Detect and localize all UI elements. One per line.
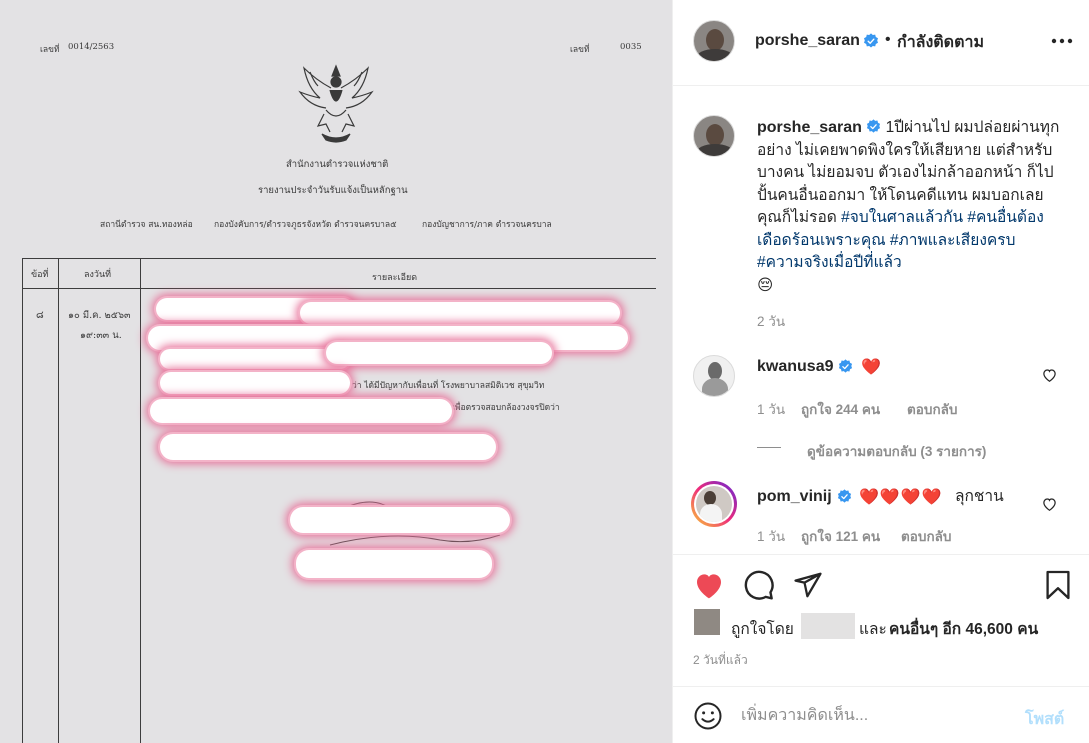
avatar[interactable] (691, 481, 737, 527)
doc-number-label: เลขที่ (40, 45, 60, 55)
col-item: ข้อที่ (31, 270, 49, 280)
replies-divider (757, 447, 781, 448)
doc-number: 0014/2563 (68, 42, 115, 52)
redaction-mark (160, 434, 496, 460)
comment-like-heart-icon[interactable] (1042, 368, 1057, 382)
caption-username[interactable]: porshe_saran (757, 119, 862, 136)
comment-likes[interactable]: ถูกใจ 244 คน (801, 398, 880, 420)
station-name: สถานีตำรวจ สน.ทองหล่อ (100, 220, 193, 230)
header-separator: • (885, 31, 891, 48)
pensive-emoji: 😔 (757, 276, 774, 294)
hashtag-link[interactable]: #ความจริงเมื่อปีที่แล้ว (757, 254, 902, 271)
comment-username[interactable]: kwanusa9 (757, 358, 833, 376)
report-title: รายงานประจำวันรับแจ้งเป็นหลักฐาน (258, 185, 408, 196)
redaction-mark (160, 372, 350, 394)
redaction-mark (300, 302, 620, 324)
comment-text: ลุกชาน (955, 488, 1004, 505)
view-replies-button[interactable]: ดูข้อความตอบกลับ (3 รายการ) (807, 440, 986, 462)
post-comment-button[interactable]: โพสต์ (1025, 707, 1064, 732)
post-sidebar: porshe_saran • กำลังติดตาม porshe_saran … (672, 0, 1089, 743)
comment-username[interactable]: pom_vinij (757, 488, 832, 506)
page-number: 0035 (620, 42, 642, 52)
page-number-label: เลขที่ (570, 45, 590, 55)
share-icon[interactable] (793, 570, 823, 600)
entry-date: ๑๐ มี.ค. ๒๕๖๓ (68, 310, 131, 321)
comment-hearts: ❤️❤️❤️❤️ (859, 489, 943, 506)
comment-input[interactable] (741, 701, 1011, 731)
bookmark-icon[interactable] (1045, 569, 1071, 601)
liked-by-and: และ (859, 621, 887, 638)
verified-badge-icon (864, 33, 878, 48)
detail-fragment: ว่า ได้มีปัญหากับเพื่อนที่ โรงพยาบาลสมิต… (352, 381, 545, 391)
division-name: กองบังคับการ/ตำรวจภูธรจังหวัด ตำรวจนครบา… (214, 220, 397, 230)
hashtag-link[interactable]: #จบในศาลแล้วกัน (841, 209, 963, 226)
table-col-line (58, 258, 59, 743)
table-header-line (22, 288, 656, 289)
item-number: ๘ (36, 310, 44, 321)
col-detail: รายละเอียด (372, 273, 418, 283)
redaction-mark (160, 349, 350, 369)
verified-badge-icon (837, 489, 852, 503)
agency-name: สำนักงานตำรวจแห่งชาติ (286, 159, 389, 170)
bureau-name: กองบัญชาการ/ภาค ตำรวจนครบาล (422, 220, 552, 230)
comment-likes[interactable]: ถูกใจ 121 คน (801, 525, 880, 547)
comment-form: โพสต์ (673, 686, 1089, 743)
avatar[interactable] (693, 355, 735, 397)
caption-text-block: porshe_saran 1ปีผ่านไป ผมปล่อยผ่านทุกอย่… (757, 117, 1063, 297)
liked-by-avatar[interactable] (694, 609, 720, 635)
redaction-mark (326, 342, 552, 364)
table-col-line (22, 258, 23, 743)
entry-time: ๑๙:๓๓ น. (80, 330, 122, 341)
redaction-mark (290, 507, 510, 533)
comment-reply-button[interactable]: ตอบกลับ (901, 525, 951, 547)
liked-by-prefix: ถูกใจโดย (731, 621, 794, 638)
liked-by-username-redacted[interactable] (801, 613, 855, 639)
caption-time[interactable]: 2 วัน (757, 310, 785, 332)
verified-badge-icon (867, 119, 881, 133)
posted-time[interactable]: 2 วันที่แล้ว (693, 651, 748, 670)
verified-badge-icon (838, 359, 853, 373)
post-image[interactable]: เลขที่ 0014/2563 เลขที่ 0035 สำนักงานตำร… (0, 0, 672, 743)
comment-time[interactable]: 1 วัน (757, 398, 785, 420)
like-heart-icon[interactable] (693, 570, 725, 600)
action-bar: ถูกใจโดย และ คนอื่นๆ อีก 46,600 คน 2 วัน… (673, 554, 1089, 689)
comment-text: ❤️ (861, 359, 881, 376)
avatar[interactable] (693, 20, 735, 62)
comment-like-heart-icon[interactable] (1042, 497, 1057, 511)
col-date: ลงวันที่ (84, 270, 112, 280)
liked-by-others[interactable]: คนอื่นๆ อีก 46,600 คน (889, 616, 1038, 641)
redaction-mark (150, 399, 452, 423)
table-col-line (140, 258, 141, 743)
emoji-smile-icon[interactable] (693, 701, 723, 731)
follow-status-button[interactable]: กำลังติดตาม (897, 30, 984, 55)
comment-icon[interactable] (743, 569, 775, 601)
avatar[interactable] (693, 115, 735, 157)
table-top-line (22, 258, 656, 259)
header-username[interactable]: porshe_saran (755, 32, 860, 50)
detail-fragment: เพื่อตรวจสอบกล้องวงจรปิดว่า (452, 403, 560, 413)
garuda-emblem-icon (298, 64, 374, 143)
comment-reply-button[interactable]: ตอบกลับ (907, 398, 957, 420)
comment-time[interactable]: 1 วัน (757, 525, 785, 547)
post-header: porshe_saran • กำลังติดตาม (673, 0, 1089, 86)
hashtag-link[interactable]: #ภาพและเสียงครบ (890, 232, 1016, 249)
more-horizontal-icon[interactable] (1051, 36, 1073, 46)
redaction-mark (296, 550, 492, 578)
